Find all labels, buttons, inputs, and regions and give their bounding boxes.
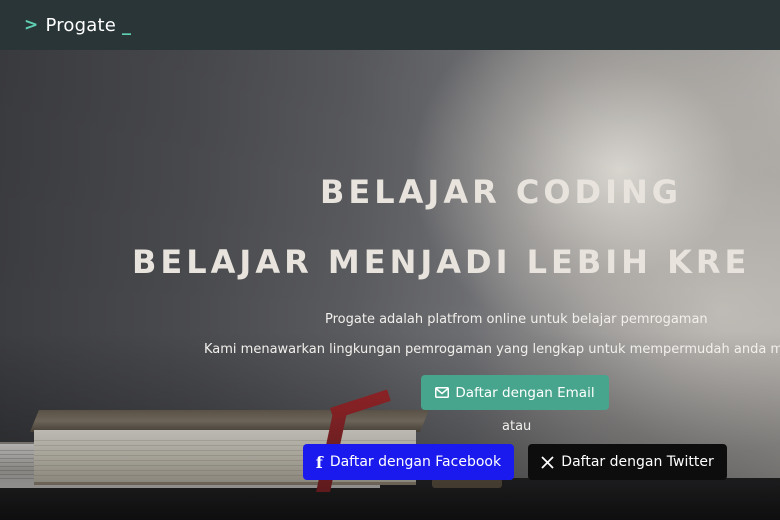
hero-description-1: Progate adalah platfrom online untuk bel…: [325, 312, 708, 327]
hero-description-2: Kami menawarkan lingkungan pemrogaman ya…: [204, 342, 780, 357]
logo-chevron: >: [24, 15, 39, 35]
logo-cursor: _: [122, 14, 132, 36]
hero-headline-2: BELAJAR MENJADI LEBIH KRE: [132, 243, 751, 281]
separator-text: atau: [502, 419, 532, 434]
signup-facebook-label: Daftar dengan Facebook: [329, 454, 502, 470]
top-navbar: > Progate _: [0, 0, 780, 50]
x-icon: [541, 455, 554, 469]
signup-twitter-label: Daftar dengan Twitter: [561, 454, 714, 470]
signup-twitter-button[interactable]: Daftar dengan Twitter: [528, 444, 727, 480]
facebook-icon: f: [315, 452, 323, 472]
logo-text: Progate: [45, 14, 116, 36]
signup-facebook-button[interactable]: f Daftar dengan Facebook: [303, 444, 514, 480]
envelope-icon: [435, 387, 450, 398]
signup-email-label: Daftar dengan Email: [455, 384, 595, 401]
signup-email-button[interactable]: Daftar dengan Email: [421, 375, 609, 410]
hero-headline-1: BELAJAR CODING: [320, 173, 683, 211]
progate-logo[interactable]: > Progate _: [24, 15, 131, 36]
